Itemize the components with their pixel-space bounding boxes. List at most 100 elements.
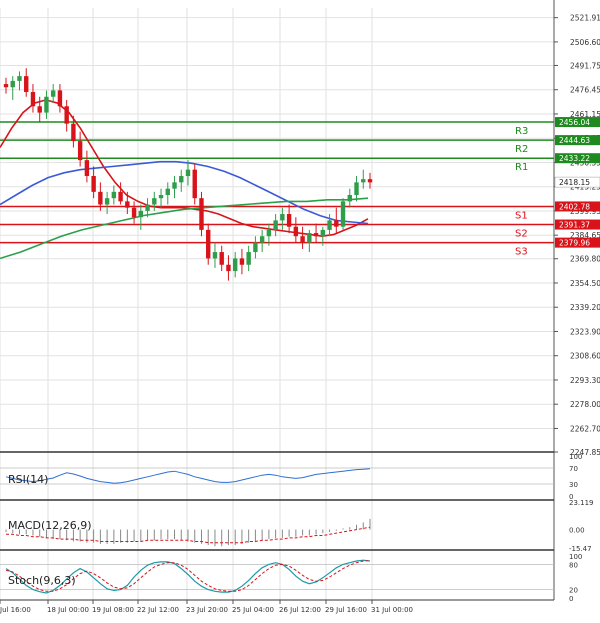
time-tick-label: 31 Jul 00:00 <box>371 606 413 614</box>
candle-body <box>111 191 117 199</box>
candle-body <box>44 96 49 113</box>
candle-body <box>246 252 251 265</box>
candle-body <box>172 182 177 189</box>
time-tick-label: 25 Jul 04:00 <box>232 606 274 614</box>
candle-body <box>206 229 211 259</box>
candle-body <box>367 179 373 183</box>
candle-body <box>158 195 164 199</box>
candle-body <box>10 80 15 88</box>
level-price-tag-text: 2402.78 <box>559 202 590 211</box>
level-price-tag-text: 2433.22 <box>559 154 590 163</box>
candle-body <box>239 258 245 265</box>
stoch-tick-label: 0 <box>569 595 573 603</box>
candle-body <box>57 90 63 107</box>
price-tick-label: 2369.80 <box>570 255 600 264</box>
rsi-tick-label: 30 <box>569 481 578 489</box>
time-tick-label: 23 Jul 20:00 <box>186 606 228 614</box>
candle-body <box>361 179 366 183</box>
ma-slow-line <box>0 160 369 225</box>
candle-body <box>37 106 42 113</box>
grid <box>0 8 554 600</box>
time-axis: Jul 16:00 18 Jul 00:00 19 Jul 08:00 22 Jul … <box>0 599 554 614</box>
level-label-s3: S3 <box>515 247 528 258</box>
candle-body <box>131 207 137 218</box>
candle-body <box>232 258 238 272</box>
rsi-line <box>5 468 371 484</box>
level-label-r3: R3 <box>515 126 528 137</box>
rsi-tick-label: 100 <box>569 453 582 461</box>
candle-body <box>98 191 103 205</box>
price-tick-label: 2293.30 <box>570 376 600 385</box>
price-chart: R3 R2 R1 S1 S2 S3 2521.91 2506.60 2491.75 2476.4… <box>0 0 600 614</box>
candle-body <box>307 233 312 243</box>
moving-averages <box>0 99 369 260</box>
chart-root: R3 R2 R1 S1 S2 S3 2521.91 2506.60 2491.75 2476.4… <box>0 0 600 619</box>
candle-body <box>104 198 110 205</box>
candle-body <box>300 236 305 243</box>
candle-body <box>17 76 22 81</box>
candle-body <box>91 175 96 192</box>
time-tick-label: 18 Jul 00:00 <box>47 606 89 614</box>
candle-body <box>327 220 332 230</box>
macd-label: MACD(12,26,9) <box>8 519 92 532</box>
candle-body <box>185 169 191 176</box>
candle-body <box>253 242 258 253</box>
candle-body <box>138 210 144 218</box>
level-label-s2: S2 <box>515 229 528 240</box>
last-price-tag-text: 2418.15 <box>559 178 590 187</box>
candle-body <box>199 198 204 230</box>
time-tick-label: Jul 16:00 <box>0 606 31 614</box>
candle-body <box>313 233 319 237</box>
candle-body <box>212 252 218 259</box>
stoch-tick-label: 100 <box>569 553 582 561</box>
price-tick-label: 2323.90 <box>570 327 600 336</box>
candle-body <box>226 264 231 272</box>
candle-body <box>50 90 56 97</box>
candle-body <box>30 91 36 107</box>
price-tick-label: 2491.75 <box>570 61 600 70</box>
pivot-levels: R3 R2 R1 S1 S2 S3 <box>0 121 554 258</box>
candle-body <box>320 229 326 237</box>
time-tick-label: 26 Jul 12:00 <box>279 606 321 614</box>
candle-body <box>219 252 224 265</box>
candle-body <box>145 204 150 211</box>
candle-body <box>125 201 130 208</box>
level-price-tag-text: 2444.63 <box>559 136 590 145</box>
level-label-r2: R2 <box>515 144 528 155</box>
time-tick-label: 19 Jul 08:00 <box>92 606 134 614</box>
price-tick-label: 2476.45 <box>570 86 600 95</box>
candle-body <box>259 236 265 243</box>
stoch-tick-label: 80 <box>569 561 578 569</box>
price-tick-label: 2339.20 <box>570 303 600 312</box>
candle-body <box>64 106 69 124</box>
candle-body <box>84 160 90 176</box>
price-tick-label: 2278.00 <box>570 400 600 409</box>
candle-body <box>347 195 352 202</box>
candle-body <box>165 188 170 196</box>
candle-body <box>340 201 346 227</box>
price-axis: 2521.912506.602491.752476.452461.152445.… <box>553 0 600 603</box>
candle-body <box>273 220 278 230</box>
candle-body <box>179 175 184 183</box>
macd-tick-label: -15.47 <box>569 545 592 553</box>
candle-body <box>71 123 76 142</box>
candle-body <box>286 214 292 227</box>
level-price-tag-text: 2379.96 <box>559 239 590 248</box>
candle-body <box>118 191 123 202</box>
time-tick-label: 29 Jul 16:00 <box>325 606 367 614</box>
candle-body <box>192 169 197 199</box>
candle-body <box>293 226 299 237</box>
price-tick-label: 2262.70 <box>570 424 600 433</box>
level-price-tag-text: 2391.37 <box>559 221 590 230</box>
price-tick-label: 2308.60 <box>570 352 600 361</box>
time-tick-label: 22 Jul 12:00 <box>137 606 179 614</box>
candle-body <box>77 141 83 161</box>
macd-tick-label: 23.119 <box>569 499 594 507</box>
stoch-label: Stoch(9,6,3) <box>8 574 76 587</box>
rsi-tick-label: 70 <box>569 465 578 473</box>
candle-body <box>354 182 359 196</box>
ma-fast-line <box>0 99 369 238</box>
stoch-tick-label: 20 <box>569 587 578 595</box>
level-label-r1: R1 <box>515 162 528 173</box>
price-tick-label: 2521.91 <box>570 14 600 23</box>
